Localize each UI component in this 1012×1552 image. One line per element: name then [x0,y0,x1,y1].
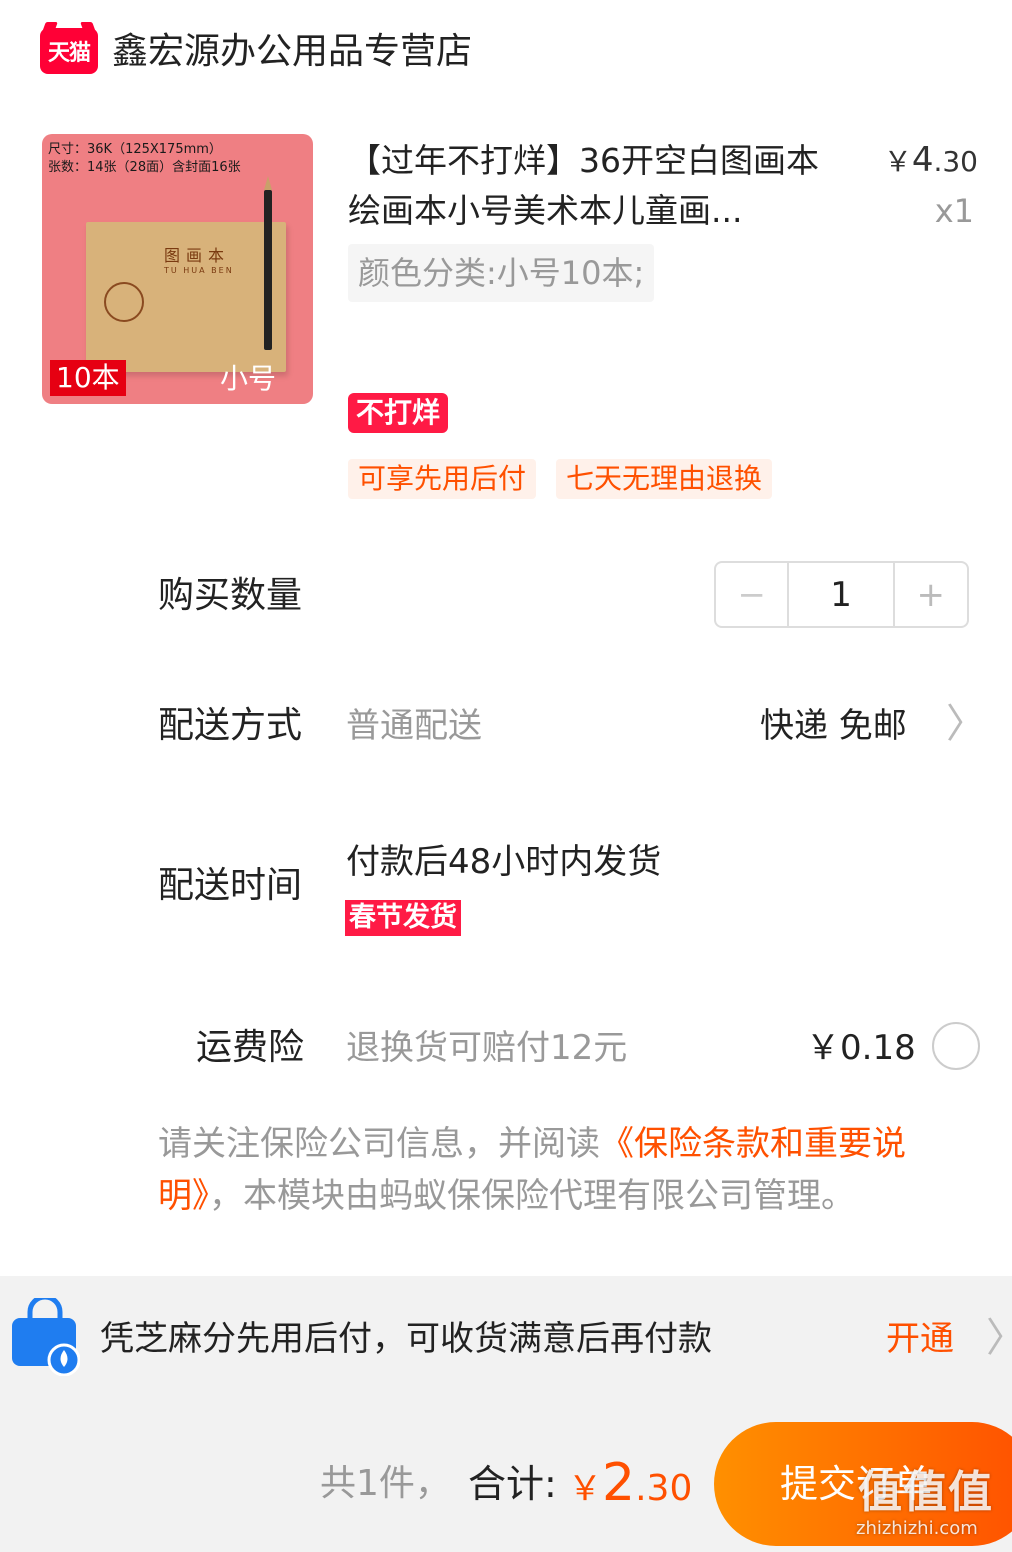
book-illustration: 图画本 TU HUA BEN [86,222,286,372]
insurance-label: 运费险 [196,1027,305,1068]
delivery-method: 普通配送 [346,706,482,746]
image-tag-size: 小号 [220,362,277,395]
delivery-value[interactable]: 快递 免邮 [760,702,907,750]
price-integer: 4 [911,140,934,180]
image-spec-pages: 张数：14张（28面）含封面16张 [48,160,241,175]
notice-prefix: 请关注保险公司信息，并阅读 [158,1124,600,1164]
girl-illustration-icon [104,282,144,322]
tmall-logo-text: 天猫 [47,41,91,66]
total-integer: 2 [602,1453,636,1513]
pencil-icon [264,176,272,350]
delivery-time-label: 配送时间 [158,865,303,906]
shopping-bag-icon [10,1294,81,1377]
insurance-radio[interactable] [932,1022,980,1070]
total-symbol: ￥ [568,1469,602,1509]
quantity-minus-button[interactable]: − [716,563,790,626]
product-price: ￥4.30 [884,140,978,180]
product-title[interactable]: 【过年不打烊】36开空白图画本绘画本小号美术本儿童画... [348,136,828,236]
delivery-time-value: 付款后48小时内发货 [346,842,662,882]
quantity-input[interactable]: 1 [789,563,895,626]
credit-open-button[interactable]: 开通 [886,1314,954,1364]
tmall-logo-icon: 天猫 [40,28,98,74]
shop-name[interactable]: 鑫宏源办公用品专营店 [112,28,472,76]
insurance-desc: 退换货可赔付12元 [346,1028,628,1068]
quantity-label: 购买数量 [158,575,303,616]
book-subtitle: TU HUA BEN [164,266,234,275]
credit-pay-later-text: 凭芝麻分先用后付，可收货满意后再付款 [100,1319,712,1359]
price-decimal: .30 [933,145,978,178]
credit-chevron-right-icon[interactable]: 〉 [986,1314,1012,1362]
sku-selection[interactable]: 颜色分类:小号10本; [348,244,655,302]
delivery-label: 配送方式 [158,705,303,746]
spring-festival-badge: 春节发货 [345,900,461,936]
quantity-stepper: − 1 + [714,561,969,628]
total-label: 合计: [468,1462,557,1506]
image-spec-size: 尺寸：36K（125X175mm） [48,142,222,157]
insurance-notice: 请关注保险公司信息，并阅读《保险条款和重要说明》，本模块由蚂蚁保保险代理有限公司… [158,1118,988,1222]
book-title: 图画本 [164,246,231,265]
notice-suffix: ，本模块由蚂蚁保保险代理有限公司管理。 [209,1176,855,1216]
total-amount: ￥2.30 [568,1448,692,1530]
tag-seven-day-return: 七天无理由退换 [556,459,773,499]
watermark-url: zhizhizhi.com [856,1518,978,1539]
delivery-chevron-right-icon[interactable]: 〉 [946,700,986,748]
total-decimal: .30 [635,1468,693,1509]
price-symbol: ￥ [883,145,912,178]
watermark-logo: 值值值 [858,1467,993,1518]
item-count: 共1件， [320,1463,451,1504]
product-image[interactable]: 尺寸：36K（125X175mm） 张数：14张（28面）含封面16张 图画本 … [42,134,313,404]
product-quantity: x1 [934,192,974,230]
image-tag-count: 10本 [50,360,126,396]
insurance-price: ￥0.18 [806,1028,916,1068]
no-close-badge: 不打烊 [348,393,449,433]
tag-pay-later: 可享先用后付 [348,459,537,499]
quantity-plus-button[interactable]: + [895,563,967,626]
